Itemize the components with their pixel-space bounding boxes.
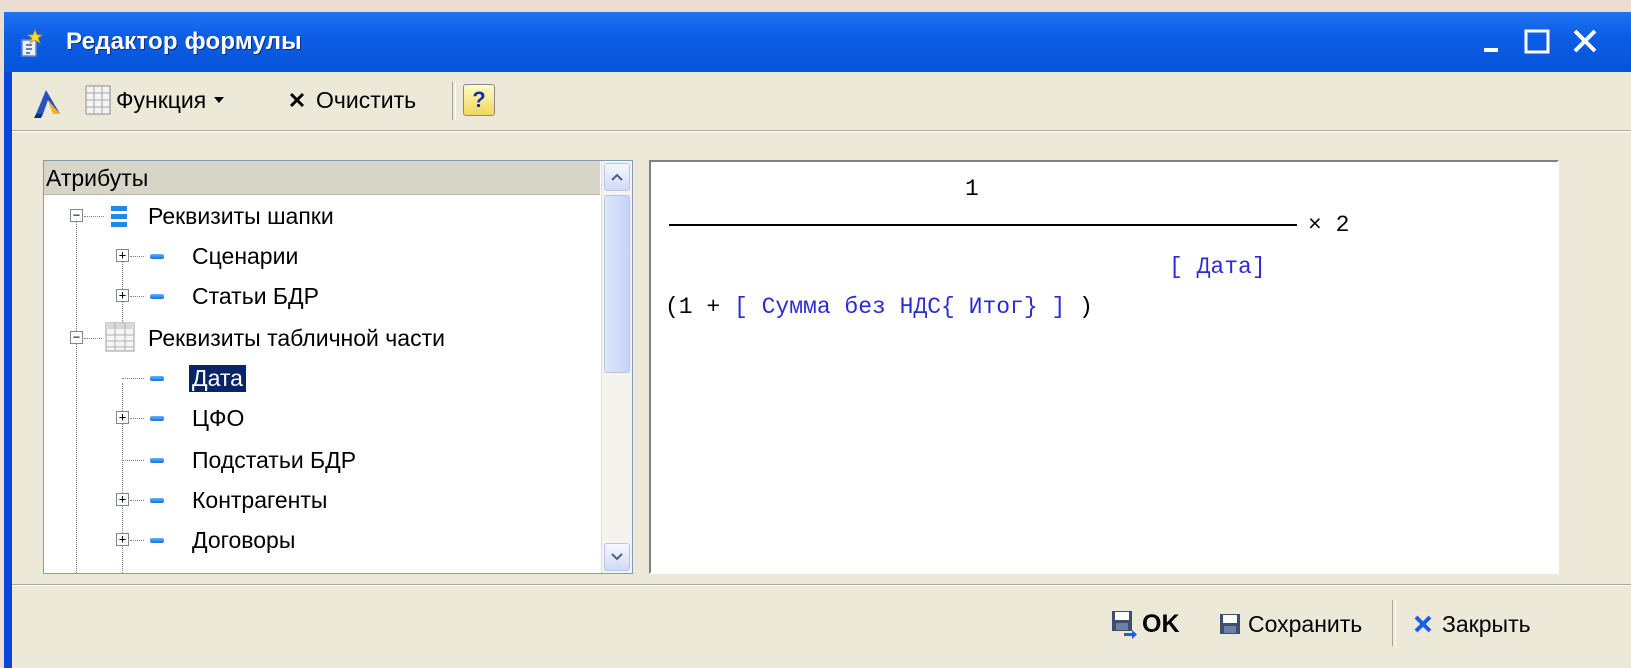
attributes-tree[interactable]: Атрибуты − Реквизиты шапки + Сценарии + … (43, 160, 633, 574)
tree-item-label: Реквизиты шапки (148, 202, 334, 229)
collapse-icon[interactable]: − (70, 331, 83, 344)
formula-exponent[interactable]: [ Дата] (1169, 254, 1266, 280)
clear-x-icon (289, 92, 305, 108)
function-menu-label: Функция (116, 86, 207, 113)
attribute-icon (150, 254, 164, 259)
expand-icon[interactable]: + (116, 249, 129, 262)
fraction-line (669, 224, 1297, 226)
attribute-icon (150, 416, 164, 421)
formula-denominator-close: ) (1065, 294, 1093, 320)
scroll-thumb[interactable] (604, 195, 630, 373)
formula-numerator: 1 (965, 176, 979, 202)
chevron-down-icon (214, 97, 225, 103)
formula-view[interactable]: 1 × 2 [ Дата] (1 + [ Сумма без НДС{ Итог… (649, 160, 1559, 574)
help-icon: ? (472, 87, 486, 112)
toolbar: Функция Очистить ? (12, 72, 1631, 132)
expand-icon[interactable]: + (116, 493, 129, 506)
close-button-label: Закрыть (1442, 610, 1531, 637)
chevron-up-icon (611, 173, 623, 181)
minimize-icon[interactable] (1479, 26, 1509, 56)
formula-denominator-open: (1 + (665, 294, 735, 320)
tree-guide-line (130, 256, 144, 257)
tree-item-label: Контрагенты (192, 486, 328, 513)
expand-icon[interactable]: + (116, 289, 129, 302)
list-icon (111, 206, 127, 227)
save-button-label: Сохранить (1248, 610, 1363, 637)
tree-item-label: Подстатьи БДР (192, 446, 357, 473)
formula-denominator: (1 + [ Сумма без НДС{ Итог} ] ) (665, 294, 1093, 320)
attribute-icon (150, 458, 164, 463)
tree-guide-line (84, 216, 104, 217)
save-button[interactable]: Сохранить (1218, 608, 1362, 640)
formula-editor-window: Редактор формулы Функция Очистить ? Атри… (4, 12, 1631, 668)
tree-guide-line (122, 378, 144, 379)
maximize-icon[interactable] (1522, 26, 1552, 56)
tree-guide-line (76, 221, 77, 573)
window-title: Редактор формулы (66, 28, 302, 55)
window-client-area: Функция Очистить ? Атрибуты − Реквизиты … (12, 72, 1631, 668)
collapse-icon[interactable]: − (70, 209, 83, 222)
tree-guide-line (130, 540, 144, 541)
tree-item-label: Реквизиты табличной части (148, 324, 445, 351)
tree-item-label: Сценарии (192, 242, 299, 269)
tree-item-label-selected: Дата (189, 364, 246, 392)
floppy-disk-icon (1220, 614, 1240, 634)
tree-item-label: ЦФО (192, 404, 245, 431)
ok-button-label: OK (1142, 609, 1180, 638)
toolbar-divider (12, 130, 1631, 132)
tree-guide-line (130, 296, 144, 297)
toolbar-separator (452, 82, 456, 120)
tree-item-label: Статьи БДР (192, 282, 319, 309)
close-x-icon (1414, 615, 1432, 633)
attribute-icon (150, 376, 164, 381)
scroll-up-button[interactable] (604, 163, 630, 191)
tree-guide-line (130, 500, 144, 501)
help-button[interactable]: ? (463, 84, 495, 116)
formula-attribute-sum[interactable]: [ Сумма без НДС{ Итог} ] (734, 294, 1065, 320)
function-menu-button[interactable]: Функция (84, 82, 226, 118)
close-icon[interactable] (1570, 26, 1600, 56)
title-bar[interactable]: Редактор формулы (4, 12, 1631, 72)
ok-button[interactable]: OK (1110, 608, 1180, 640)
attribute-icon (150, 294, 164, 299)
chevron-down-icon (611, 553, 623, 561)
clear-button[interactable]: Очистить (288, 82, 416, 118)
scroll-down-button[interactable] (604, 543, 630, 571)
expand-icon[interactable]: + (116, 533, 129, 546)
save-and-close-icon (1112, 611, 1137, 639)
tree-guide-line (130, 418, 144, 419)
attribute-icon (150, 498, 164, 503)
expand-icon[interactable]: + (116, 411, 129, 424)
tree-scrollbar[interactable] (601, 161, 632, 573)
footer-separator (1392, 600, 1396, 646)
footer-divider (12, 584, 1631, 586)
app-logo-icon[interactable] (32, 88, 64, 118)
formula-app-icon (21, 28, 44, 57)
attribute-icon (150, 538, 164, 543)
table-icon (85, 85, 111, 115)
attributes-header: Атрибуты (44, 161, 600, 195)
formula-multiplier: × 2 (1308, 212, 1350, 238)
table-icon (105, 322, 135, 352)
clear-button-label: Очистить (316, 86, 417, 113)
tree-guide-line (122, 460, 144, 461)
tree-guide-line (84, 338, 102, 339)
tree-item-label: Договоры (192, 526, 296, 553)
close-button[interactable]: Закрыть (1412, 608, 1531, 640)
